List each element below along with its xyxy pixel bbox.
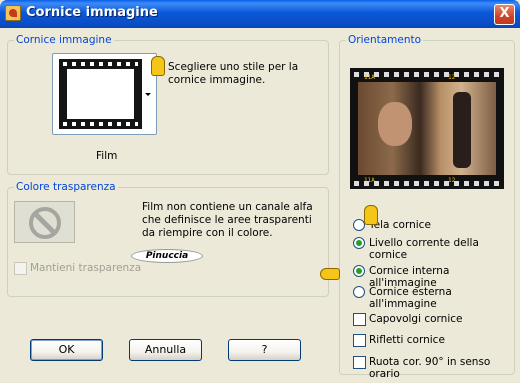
preview-perforations-bottom: [354, 181, 500, 186]
transparency-message: Film non contiene un canale alfa che def…: [142, 201, 313, 239]
keep-transparency-checkbox[interactable]: [14, 262, 27, 275]
mirror-frame-label: Rifletti cornice: [369, 334, 445, 346]
orientation-group-label: Orientamento: [346, 34, 424, 46]
rotate-frame-checkbox[interactable]: [353, 356, 366, 369]
transparency-group-label: Colore trasparenza: [14, 181, 118, 193]
radio-frame-canvas-label: Tela cornice: [369, 219, 431, 231]
film-frame-window: [67, 69, 134, 119]
frame-preview-image: 11A 12 11A 12: [350, 68, 504, 189]
mirror-frame-checkbox[interactable]: [353, 334, 366, 347]
title-bar[interactable]: Cornice immagine X: [0, 0, 520, 28]
film-frame-preview: [59, 59, 142, 129]
pointer-hand-icon: [151, 56, 165, 76]
preview-photo-figure: [453, 92, 471, 168]
frame-style-picker[interactable]: [52, 53, 157, 135]
watermark: Pinuccia: [131, 249, 203, 263]
keep-transparency-label: Mantieni trasparenza: [30, 262, 142, 274]
pointer-hand-icon: [320, 268, 340, 280]
radio-current-layer[interactable]: [353, 237, 365, 249]
film-code-label: 11A: [364, 74, 375, 81]
transparency-color-swatch: [14, 201, 75, 243]
preview-photo: [358, 82, 496, 175]
film-perforations-bottom: [63, 122, 138, 126]
app-icon: [5, 5, 21, 21]
ok-button[interactable]: OK: [30, 339, 103, 361]
cancel-button[interactable]: Annulla: [129, 339, 202, 361]
frame-style-hint: Scegliere uno stile per la cornice immag…: [168, 61, 299, 86]
rotate-frame-label: Ruota cor. 90° in senso orario: [369, 356, 491, 380]
selected-frame-name: Film: [96, 150, 118, 162]
close-button[interactable]: X: [494, 4, 515, 25]
window-title: Cornice immagine: [26, 5, 158, 20]
radio-frame-inside[interactable]: [353, 265, 365, 277]
film-perforations-top: [63, 62, 138, 66]
radio-frame-outside[interactable]: [353, 286, 365, 298]
flip-frame-label: Capovolgi cornice: [369, 313, 463, 325]
radio-frame-outside-label: Cornice esterna all'immagine: [369, 286, 452, 310]
film-code-label: 12: [448, 74, 456, 81]
flip-frame-checkbox[interactable]: [353, 313, 366, 326]
no-entry-icon: [29, 207, 61, 239]
pointer-hand-icon: [364, 205, 378, 225]
chevron-down-icon[interactable]: [145, 93, 151, 96]
radio-current-layer-label: Livello corrente della cornice: [369, 237, 479, 261]
preview-photo-face: [378, 102, 412, 146]
preview-perforations-top: [354, 72, 500, 77]
frame-group-label: Cornice immagine: [14, 34, 114, 46]
help-button[interactable]: ?: [228, 339, 301, 361]
